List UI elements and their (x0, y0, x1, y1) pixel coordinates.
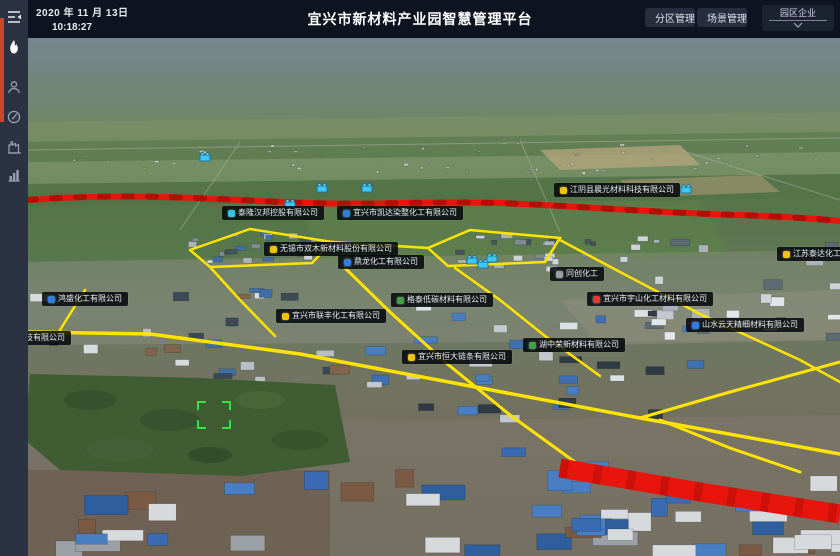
menu-icon (6, 10, 22, 24)
company-marker-icon (344, 259, 351, 266)
company-marker-icon (593, 296, 600, 303)
chevron-down-icon (793, 22, 803, 28)
company-marker-icon (270, 246, 277, 253)
company-marker-icon (282, 313, 289, 320)
company-marker-icon (529, 342, 536, 349)
map-label[interactable]: 鸿盛化工有限公司 (42, 292, 128, 306)
map-label[interactable]: 江阴县晨光材料科技有限公司 (554, 183, 680, 197)
sidebar-item-fire[interactable] (0, 34, 28, 60)
page-title: 宜兴市新材料产业园智慧管理平台 (308, 9, 533, 29)
company-marker-icon (560, 187, 567, 194)
company-label-text: 泰隆汉邦控股有限公司 (238, 209, 318, 217)
map-label[interactable]: 无锡市双木新材料股份有限公司 (264, 242, 398, 256)
sidebar-item-monitor[interactable] (0, 104, 28, 130)
company-label-text: 宜兴市宇山化工材料有限公司 (603, 295, 707, 303)
sidebar-item-enterprise[interactable] (0, 134, 28, 160)
map-label[interactable]: 宜兴市凯达染整化工有限公司 (337, 206, 463, 220)
factory-icon (7, 140, 22, 154)
company-label-text: 无锡市双木新材料股份有限公司 (280, 245, 392, 253)
gauge-icon (7, 110, 21, 124)
map-label[interactable]: 宜兴市恒大链条有限公司 (402, 350, 512, 364)
date-text: 2020 年 11 月 13日 (36, 4, 129, 19)
map-label[interactable]: 格泰低碳材料有限公司 (391, 293, 493, 307)
user-icon (7, 80, 21, 94)
company-marker-icon (343, 210, 350, 217)
map-label[interactable]: 宜兴市联丰化工有限公司 (276, 309, 386, 323)
flame-icon (7, 39, 21, 55)
company-label-text: 格泰低碳材料有限公司 (407, 296, 487, 304)
map-label[interactable]: 鼎龙化工有限公司 (338, 255, 424, 269)
company-label-text: 鼎龙化工有限公司 (354, 258, 418, 266)
map-label[interactable]: 宜兴市宇山化工材料有限公司 (587, 292, 713, 306)
map-label[interactable]: 泰隆汉邦控股有限公司 (222, 206, 324, 220)
partition-manage-button[interactable]: 分区管理 (645, 8, 695, 27)
map-labels-layer: 泰隆汉邦控股有限公司 宜兴市凯达染整化工有限公司无锡市双木新材料股份有限公司鼎龙化… (28, 38, 840, 556)
company-label-text: 山水云天精细材料有限公司 (702, 321, 798, 329)
map-label[interactable]: 山水云天精细材料有限公司 (686, 318, 804, 332)
sidebar-item-personnel[interactable] (0, 74, 28, 100)
map-label[interactable]: 同创化工 (550, 267, 604, 281)
company-marker-icon (692, 322, 699, 329)
company-label-text: 江苏泰达化工有限公司 (793, 250, 840, 258)
divider (769, 20, 827, 21)
company-marker-icon (48, 296, 55, 303)
company-marker-icon (556, 271, 563, 278)
company-label-text: 宜兴市凯达染整化工有限公司 (353, 209, 457, 217)
company-label-text: 江阴县晨光材料科技有限公司 (570, 186, 674, 194)
header-bar: 2020 年 11 月 13日 10:18:27 宜兴市新材料产业园智慧管理平台… (0, 0, 840, 38)
scene-manage-button[interactable]: 场景管理 (697, 8, 747, 27)
map-label[interactable]: 湖中荣新材料有限公司 (523, 338, 625, 352)
sidebar-item-menu[interactable] (0, 4, 28, 30)
company-label-text: 鸿盛化工有限公司 (58, 295, 122, 303)
company-label-text: 宏达染料科技有限公司 (28, 334, 65, 342)
company-marker-icon (397, 297, 404, 304)
company-marker-icon (408, 354, 415, 361)
company-label-text: 湖中荣新材料有限公司 (539, 341, 619, 349)
company-label-text: 宜兴市恒大链条有限公司 (418, 353, 506, 361)
park-enterprise-dropdown[interactable]: 园区企业 (762, 5, 834, 31)
map-label[interactable]: 宏达染料科技有限公司 (28, 331, 71, 345)
company-label-text: 同创化工 (566, 270, 598, 278)
company-marker-icon (228, 210, 235, 217)
sidebar-item-statistics[interactable] (0, 162, 28, 188)
map-canvas[interactable]: 泰隆汉邦控股有限公司 宜兴市凯达染整化工有限公司无锡市双木新材料股份有限公司鼎龙化… (28, 38, 840, 556)
app-window: 2020 年 11 月 13日 10:18:27 宜兴市新材料产业园智慧管理平台… (0, 0, 840, 556)
map-label[interactable]: 江苏泰达化工有限公司 (777, 247, 840, 261)
sidebar (0, 0, 28, 556)
company-marker-icon (783, 251, 790, 258)
bar-chart-icon (7, 168, 21, 182)
company-label-text: 宜兴市联丰化工有限公司 (292, 312, 380, 320)
datetime: 2020 年 11 月 13日 10:18:27 (36, 4, 129, 33)
dropdown-label: 园区企业 (780, 8, 816, 18)
time-text: 10:18:27 (52, 22, 129, 33)
